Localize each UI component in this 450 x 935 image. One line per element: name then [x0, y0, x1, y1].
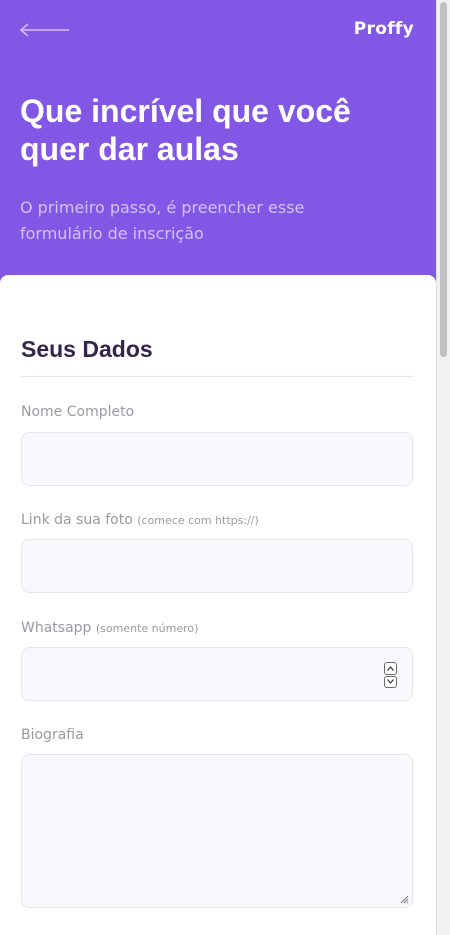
chevron-down-icon [387, 679, 394, 685]
whatsapp-label: Whatsapp (somente número) [21, 620, 198, 636]
name-label-text: Nome Completo [21, 404, 135, 420]
section-divider [21, 376, 413, 377]
biography-textarea[interactable] [21, 754, 413, 908]
page-subtitle: O primeiro passo, é preencher esse formu… [20, 198, 305, 243]
arrow-left-icon [19, 23, 69, 37]
bio-label: Biografia [21, 727, 84, 743]
photo-label-text: Link da sua foto [21, 512, 133, 528]
page: Proffy Que incrível que você quer dar au… [0, 0, 436, 935]
back-button[interactable] [19, 20, 70, 40]
photo-label: Link da sua foto (comece com https://) [21, 512, 259, 528]
page-title: Que incrível que você quer dar aulas [20, 93, 351, 167]
whatsapp-input[interactable] [21, 647, 413, 701]
whatsapp-label-text: Whatsapp [21, 620, 92, 636]
name-label: Nome Completo [21, 404, 134, 420]
page-header: Proffy Que incrível que você quer dar au… [0, 0, 436, 300]
proffy-logo: Proffy [353, 19, 414, 39]
number-spinner[interactable] [384, 662, 397, 688]
resize-grip-icon[interactable] [400, 895, 409, 904]
scrollbar-thumb[interactable] [440, 2, 447, 357]
form-card: Seus Dados Nome Completo Link da sua fot… [0, 275, 436, 935]
name-input[interactable] [21, 432, 413, 486]
photo-url-input[interactable] [21, 539, 413, 593]
spinner-up-button[interactable] [384, 662, 397, 675]
bio-label-text: Biografia [21, 727, 84, 743]
scrollbar[interactable] [436, 0, 450, 935]
whatsapp-hint: (somente número) [95, 622, 199, 635]
photo-hint: (comece com https://) [137, 514, 259, 527]
spinner-down-button[interactable] [384, 675, 397, 688]
section-title: Seus Dados [21, 336, 153, 362]
chevron-up-icon [387, 665, 394, 671]
